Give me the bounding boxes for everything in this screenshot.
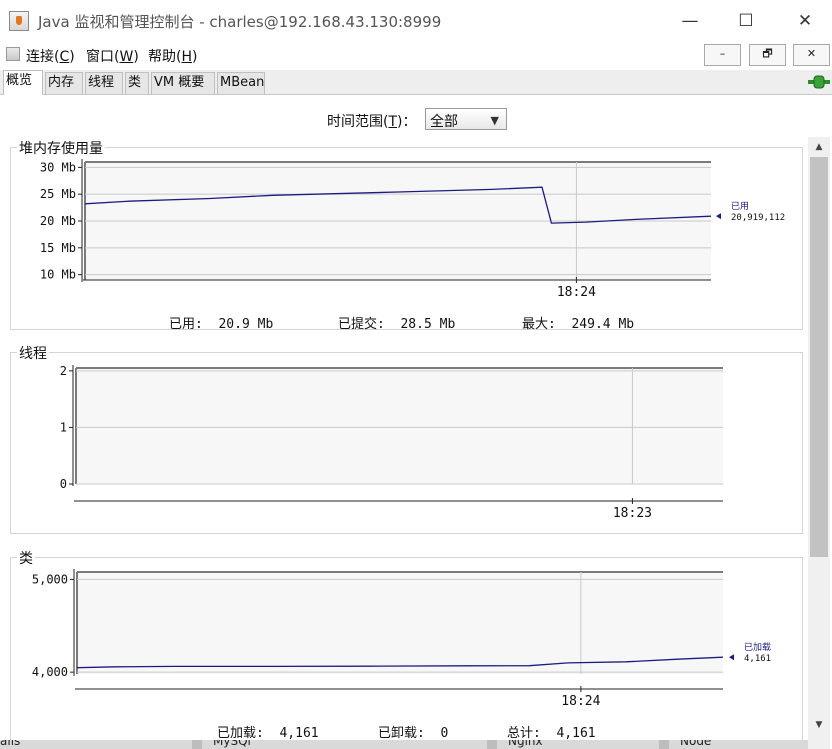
tab-classes[interactable]: 类: [125, 72, 149, 94]
vertical-scrollbar[interactable]: ▲ ▼: [808, 137, 830, 749]
y-tick-label: 20 Mb: [40, 214, 76, 228]
plot-area: [76, 368, 723, 484]
legend-marker-icon: [716, 213, 721, 220]
legend-value: 4,161: [744, 654, 771, 664]
legend-marker-icon: [729, 654, 734, 661]
mdi-minimize-button[interactable]: –: [704, 44, 741, 66]
window-titlebar: Java 监视和管理控制台 - charles@192.168.43.130:8…: [0, 0, 832, 42]
heap-panel: 堆内存使用量 10 Mb 15 Mb 20 Mb 25 Mb 30 Mb 18:24 已用 2…: [10, 138, 803, 332]
classes-chart: 4,000 5,000 18:24 已加载4,161: [32, 569, 771, 709]
time-range-label: 时间范围(T)：: [327, 114, 417, 130]
plot-area: [77, 572, 723, 674]
connection-status-icon: [808, 75, 830, 89]
scroll-up-icon[interactable]: ▲: [808, 137, 830, 157]
heap-max-summary: 最大: 249.4 Mb: [522, 317, 635, 332]
heap-chart: 10 Mb 15 Mb 20 Mb 25 Mb 30 Mb 18:24 已用20,919,1…: [40, 159, 785, 300]
threads-chart: 0 1 2 18:23: [60, 364, 723, 521]
y-tick-label: 25 Mb: [40, 187, 76, 201]
x-tick-label: 18:24: [561, 694, 600, 709]
scroll-down-icon[interactable]: ▼: [808, 715, 830, 735]
overview-content: 时间范围(T)： 全部 ▼ 堆内存使用量 10 Mb 15 Mb 20 Mb 25 M…: [0, 95, 808, 749]
classes-unloaded-summary: 已卸载: 0: [378, 726, 449, 741]
menu-window[interactable]: 窗口(W): [86, 46, 139, 66]
tab-overview[interactable]: 概览: [3, 70, 43, 95]
background-checkbox: [659, 740, 669, 749]
tab-threads[interactable]: 线程: [85, 72, 123, 94]
background-checkbox: [487, 740, 497, 749]
background-item: Nginx: [508, 740, 543, 748]
mdi-close-button[interactable]: ✕: [793, 44, 830, 66]
tab-memory[interactable]: 内存: [45, 72, 83, 94]
tab-mbean[interactable]: MBean: [217, 72, 265, 94]
y-tick-label: 0: [60, 477, 67, 491]
background-item: MySQl: [213, 740, 251, 748]
y-tick-label: 2: [60, 364, 67, 378]
window-title: Java 监视和管理控制台 - charles@192.168.43.130:8…: [38, 13, 442, 31]
maximize-button[interactable]: ☐: [723, 6, 769, 36]
background-item: Node: [680, 740, 712, 748]
classes-panel: 类 4,000 5,000 18:24 已加载 4,161 已加载: 4,161 已卸载…: [10, 548, 803, 749]
classes-loaded-summary: 已加载: 4,161: [217, 726, 319, 741]
legend-label: 已加载: [744, 641, 771, 653]
background-checkbox: [192, 740, 202, 749]
menu-connection[interactable]: 连接(C): [26, 46, 75, 66]
classes-total-summary: 总计: 4,161: [507, 726, 596, 741]
time-range-value: 全部: [430, 114, 458, 130]
y-tick-label: 15 Mb: [40, 241, 76, 255]
tab-bar: 概览 内存 线程 类 VM 概要 MBean: [0, 70, 832, 95]
chevron-down-icon: ▼: [490, 114, 499, 127]
x-tick-label: 18:24: [557, 285, 596, 300]
background-window-strip: ails MySQl Nginx Node: [0, 740, 808, 749]
close-button[interactable]: ✕: [782, 6, 828, 36]
x-tick-label: 18:23: [613, 506, 652, 521]
y-tick-label: 1: [60, 420, 67, 434]
mdi-restore-button[interactable]: 🗗: [749, 44, 786, 66]
menu-app-icon: [6, 47, 20, 61]
legend-label: 已用: [731, 201, 749, 212]
minimize-button[interactable]: —: [667, 6, 713, 36]
time-range-select[interactable]: 全部 ▼: [425, 108, 507, 130]
heap-used-summary: 已用: 20.9 Mb: [169, 317, 274, 332]
scrollbar-thumb[interactable]: [810, 157, 828, 557]
y-tick-label: 10 Mb: [40, 268, 76, 282]
tab-vm-summary[interactable]: VM 概要: [151, 72, 215, 94]
java-app-icon: [9, 11, 29, 31]
threads-panel: 线程 0 1 2 18:23: [10, 343, 803, 534]
y-tick-label: 5,000: [32, 572, 68, 586]
y-tick-label: 4,000: [32, 665, 68, 679]
y-tick-label: 30 Mb: [40, 160, 76, 174]
heap-committed-summary: 已提交: 28.5 Mb: [338, 317, 456, 332]
legend-value: 20,919,112: [731, 213, 785, 223]
background-item: ails: [0, 740, 21, 748]
menu-help[interactable]: 帮助(H): [148, 46, 197, 66]
